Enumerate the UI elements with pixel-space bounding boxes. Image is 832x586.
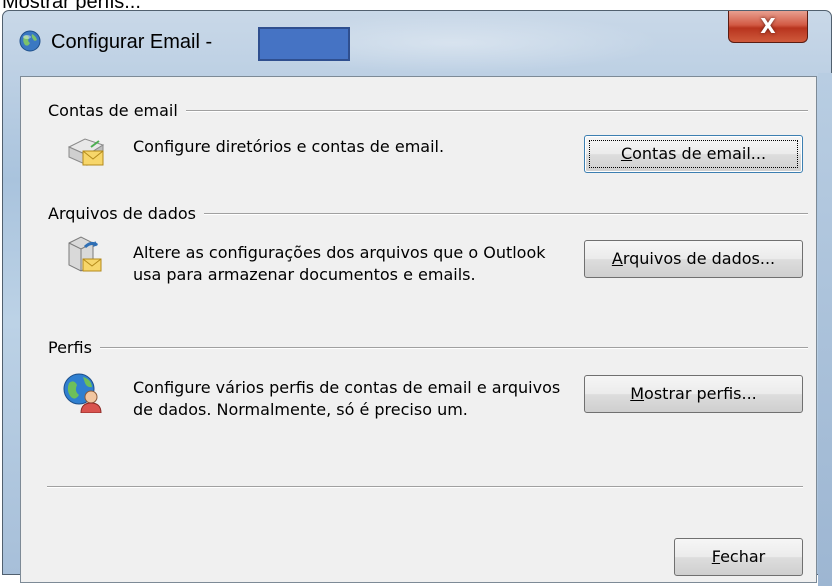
profiles-icon [63, 373, 102, 413]
divider [99, 346, 808, 349]
section-perfis: Perfis [48, 338, 808, 357]
footer-separator [47, 486, 803, 488]
section-heading: Arquivos de dados [48, 204, 196, 223]
dialog-client-area: Contas de email Configure diretórios e c… [20, 76, 817, 583]
fechar-button[interactable]: Fechar [674, 538, 803, 576]
mostrar-perfis-button[interactable]: Mostrar perfis... [584, 375, 803, 413]
button-label: echar [720, 547, 766, 566]
window-title: Configurar Email - [51, 31, 213, 53]
outlook-globe-icon [19, 30, 41, 52]
divider [204, 212, 808, 215]
window-close-button[interactable]: X [728, 11, 808, 43]
divider [185, 109, 808, 112]
section-heading: Contas de email [48, 101, 178, 120]
section-contas-de-email: Contas de email [48, 101, 808, 120]
section-heading: Perfis [48, 338, 92, 357]
contas-description: Configure diretórios e contas de email. [133, 137, 445, 156]
focus-ring [589, 140, 798, 168]
redacted-profile-name [258, 27, 350, 61]
button-mnemonic: A [611, 249, 623, 268]
button-label: rquivos de dados... [622, 249, 776, 268]
arquivos-description: Altere as configurações dos arquivos que… [133, 243, 546, 284]
arquivos-de-dados-button[interactable]: Arquivos de dados... [584, 240, 803, 278]
window-frame-edge [818, 73, 832, 586]
button-mnemonic: M [630, 384, 645, 403]
button-label: ostrar perfis... [644, 384, 757, 403]
button-mnemonic: F [711, 547, 721, 566]
title-bar[interactable]: Configurar Email - X [3, 11, 831, 73]
section-arquivos-de-dados: Arquivos de dados [48, 204, 808, 223]
contas-de-email-button[interactable]: Contas de email... [584, 135, 803, 173]
configurar-email-window: Configurar Email - X Contas de email Con… [2, 10, 832, 586]
perfis-description: Configure vários perfis de contas de ema… [133, 378, 561, 419]
data-files-icon [68, 236, 102, 272]
email-accounts-icon [67, 138, 105, 166]
